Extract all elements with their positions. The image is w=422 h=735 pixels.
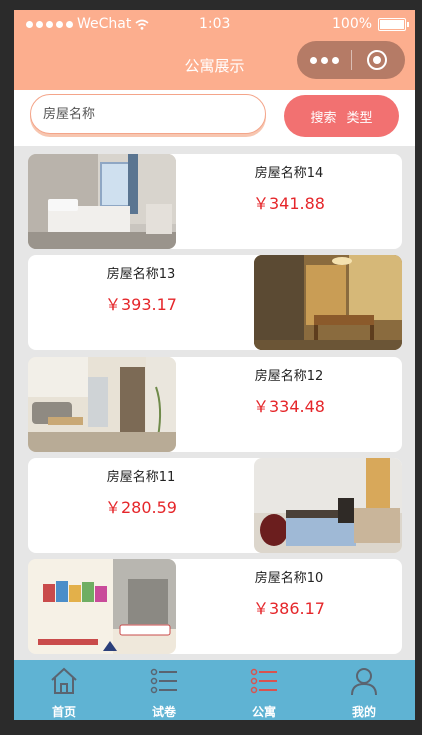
close-miniprogram-icon[interactable] [367, 50, 387, 70]
more-icon[interactable] [310, 57, 339, 64]
tab-bar: 首页 试卷 公寓 我的 [14, 660, 415, 720]
tab-mine[interactable]: 我的 [314, 660, 414, 720]
battery-icon [378, 17, 410, 31]
listing-info: 房屋名称13 ￥393.17 [28, 255, 254, 350]
list-icon [250, 668, 277, 694]
battery-percent: 100% [332, 16, 373, 32]
phone-screen: WeChat 1:03 100% 公寓展示 搜索 类型 [14, 10, 415, 720]
living-room-photo [28, 357, 176, 452]
dining-room-photo [254, 255, 402, 350]
listing-name: 房屋名称10 [254, 571, 324, 586]
listing-info: 房屋名称12 ￥334.48 [176, 357, 402, 452]
listing-name: 房屋名称13 [106, 267, 176, 282]
tab-exam[interactable]: 试卷 [114, 660, 214, 720]
listing-name: 房屋名称14 [254, 166, 324, 181]
rental-home-poster [28, 559, 176, 654]
search-input[interactable] [30, 94, 266, 134]
carrier: WeChat [26, 16, 149, 32]
home-icon [51, 667, 77, 694]
tab-home[interactable]: 首页 [14, 660, 114, 720]
type-button-label: 类型 [346, 110, 373, 126]
listing-name: 房屋名称12 [254, 369, 324, 384]
listing-price: ￥341.88 [253, 194, 325, 213]
tab-label: 我的 [351, 705, 376, 719]
search-type-button[interactable]: 搜索 类型 [284, 95, 399, 137]
tab-label: 首页 [51, 705, 76, 719]
carrier-name: WeChat [77, 16, 132, 32]
clock: 1:03 [199, 16, 231, 32]
wifi-icon [135, 19, 149, 30]
listing-price: ￥393.17 [105, 295, 177, 314]
user-icon [351, 668, 377, 696]
listing-price: ￥280.59 [105, 498, 177, 517]
tab-label: 公寓 [251, 705, 276, 719]
listing-card[interactable]: 房屋名称14 ￥341.88 [28, 154, 402, 249]
listing-card[interactable]: 房屋名称12 ￥334.48 [28, 357, 402, 452]
signal-icon [26, 20, 73, 28]
listing-info: 房屋名称10 ￥386.17 [176, 559, 402, 654]
miniprogram-capsule [297, 41, 405, 79]
listing-price: ￥386.17 [253, 599, 325, 618]
listing-info: 房屋名称14 ￥341.88 [176, 154, 402, 249]
tab-label: 试卷 [151, 705, 176, 719]
tab-apartment[interactable]: 公寓 [214, 660, 314, 720]
listing-card[interactable]: 房屋名称11 ￥280.59 [28, 458, 402, 553]
search-button-label: 搜索 [310, 110, 337, 126]
bedroom-desk-photo [254, 458, 402, 553]
status-bar: WeChat 1:03 100% [14, 10, 415, 38]
bedroom-photo [28, 154, 176, 249]
listing-name: 房屋名称11 [106, 470, 176, 485]
battery-status: 100% [332, 16, 410, 32]
capsule-divider [351, 50, 352, 70]
list-icon [150, 668, 177, 694]
listing-card[interactable]: 房屋名称13 ￥393.17 [28, 255, 402, 350]
listing-price: ￥334.48 [253, 397, 325, 416]
listing-card[interactable]: 房屋名称10 ￥386.17 [28, 559, 402, 654]
search-bar: 搜索 类型 [14, 90, 415, 146]
listing-info: 房屋名称11 ￥280.59 [28, 458, 254, 553]
header: WeChat 1:03 100% 公寓展示 [14, 10, 415, 90]
